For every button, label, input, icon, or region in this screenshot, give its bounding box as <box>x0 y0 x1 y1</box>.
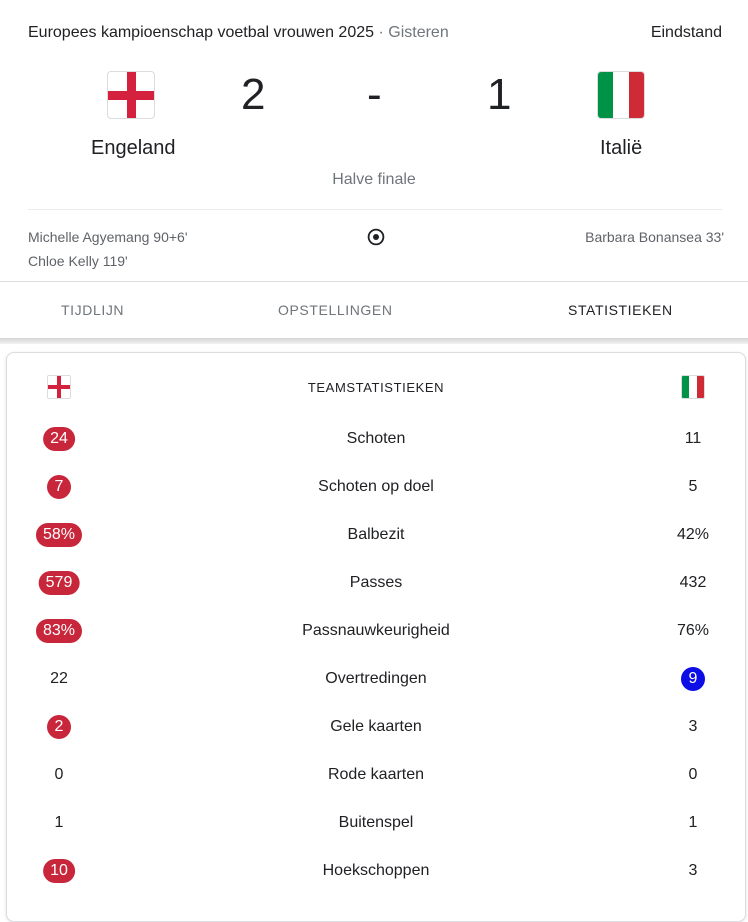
tab-opstellingen[interactable]: OPSTELLINGEN <box>278 302 393 318</box>
match-round: Halve finale <box>332 171 416 188</box>
home-score: 2 <box>241 70 266 119</box>
away-stat-value: 1 <box>688 814 698 831</box>
stat-label: Passnauwkeurigheid <box>302 622 450 639</box>
team-stats-title: TEAMSTATISTIEKEN <box>307 380 445 395</box>
competition-line: Europees kampioenschap voetbal vrouwen 2… <box>28 24 449 42</box>
competition-name[interactable]: Europees kampioenschap voetbal vrouwen 2… <box>28 24 374 41</box>
stat-label: Balbezit <box>347 526 405 543</box>
away-score: 1 <box>487 70 512 119</box>
england-flag-icon[interactable] <box>107 71 155 119</box>
stat-label: Schoten op doel <box>318 478 434 495</box>
away-stat-value: 9 <box>681 667 705 691</box>
tabs-shadow <box>0 338 748 344</box>
stat-row-passes: 579 Passes 432 <box>0 559 748 607</box>
italy-flag-icon[interactable] <box>597 71 645 119</box>
stat-label: Hoekschoppen <box>322 862 430 879</box>
home-team-name[interactable]: Engeland <box>91 137 176 160</box>
stat-row-balbezit: 58% Balbezit 42% <box>0 511 748 559</box>
match-status: Eindstand <box>650 24 722 41</box>
away-stat-value: 0 <box>688 766 698 783</box>
match-header: Europees kampioenschap voetbal vrouwen 2… <box>28 24 722 48</box>
away-scorer: Barbara Bonansea 33' <box>585 229 724 245</box>
stat-row-schoten-op-doel: 7 Schoten op doel 5 <box>0 463 748 511</box>
tabs-divider <box>0 281 748 282</box>
stat-row-buitenspel: 1 Buitenspel 1 <box>0 799 748 847</box>
stat-label: Gele kaarten <box>330 718 422 735</box>
tab-tijdlijn[interactable]: TIJDLIJN <box>61 302 124 318</box>
stat-label: Schoten <box>346 430 406 447</box>
stat-label: Rode kaarten <box>327 766 425 783</box>
stat-label: Passes <box>349 574 403 591</box>
soccer-ball-icon <box>367 228 385 246</box>
tab-statistieken[interactable]: STATISTIEKEN <box>568 302 673 318</box>
match-date: Gisteren <box>388 24 449 41</box>
away-stat-value: 11 <box>684 430 702 447</box>
away-team-name[interactable]: Italië <box>600 137 642 160</box>
stat-row-hoekschoppen: 10 Hoekschoppen 3 <box>0 847 748 895</box>
away-stat-value: 3 <box>688 718 698 735</box>
away-stat-value: 5 <box>688 478 698 495</box>
home-scorer: Michelle Agyemang 90+6' <box>28 229 188 245</box>
italy-flag-icon <box>681 375 705 399</box>
stat-row-passnauwkeurigheid: 83% Passnauwkeurigheid 76% <box>0 607 748 655</box>
stat-label: Buitenspel <box>338 814 414 831</box>
header-separator: · <box>378 24 384 41</box>
stat-row-gele-kaarten: 2 Gele kaarten 3 <box>0 703 748 751</box>
away-stat-value: 3 <box>688 862 698 879</box>
divider <box>28 209 722 210</box>
stat-row-rode-kaarten: 0 Rode kaarten 0 <box>0 751 748 799</box>
home-scorer: Chloe Kelly 119' <box>28 253 128 269</box>
away-stat-value: 76% <box>676 622 710 639</box>
away-stat-value: 432 <box>679 574 707 591</box>
stat-label: Overtredingen <box>325 670 427 687</box>
stat-row-overtredingen: 22 Overtredingen 9 <box>0 655 748 703</box>
away-stat-value: 42% <box>676 526 710 543</box>
stat-row-schoten: 24 Schoten 11 <box>0 415 748 463</box>
score-separator: - <box>367 70 382 119</box>
